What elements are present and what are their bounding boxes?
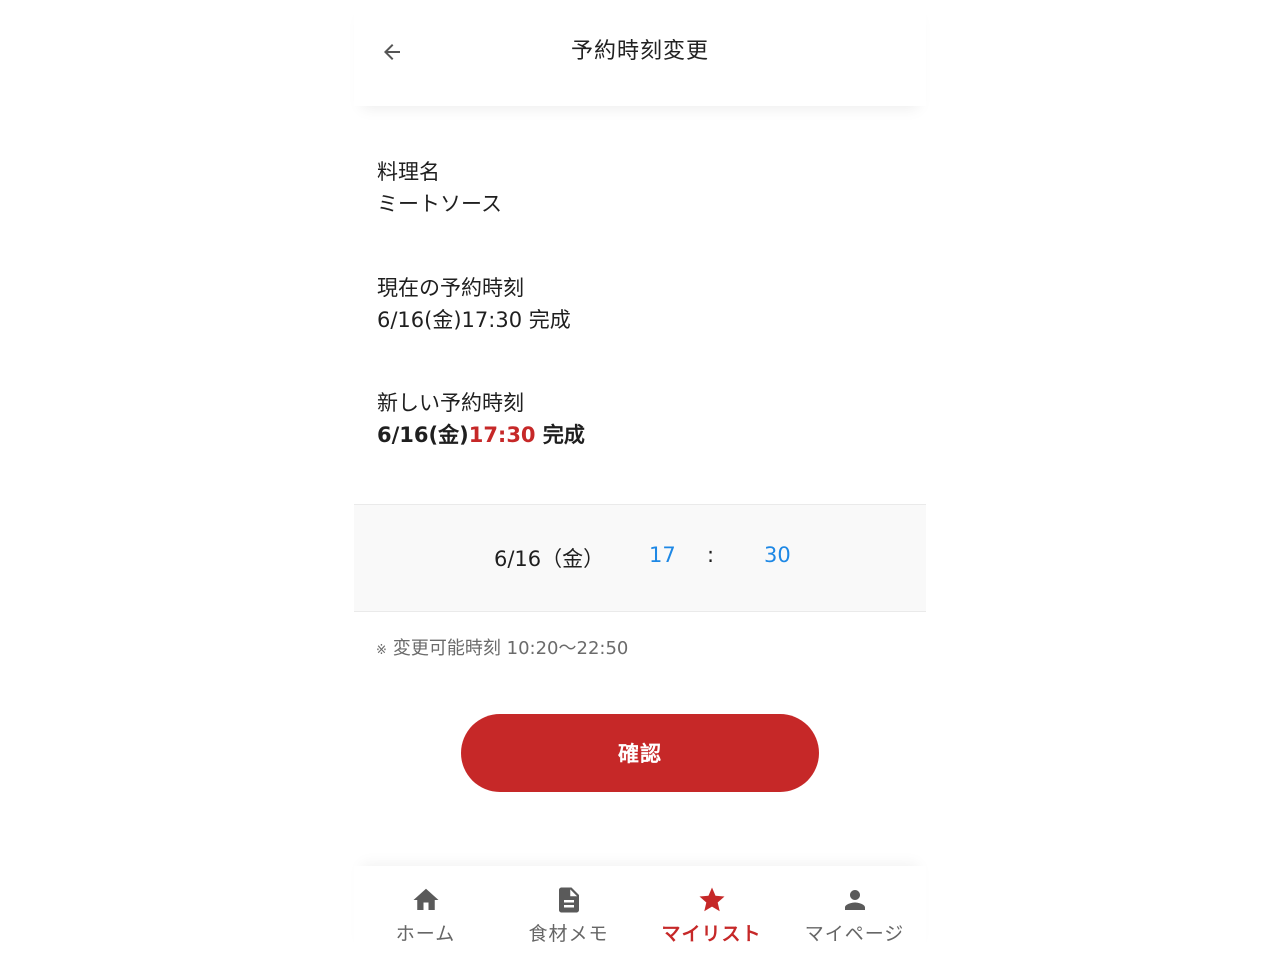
- time-picker: 6/16（金） 17 : 30: [354, 504, 926, 612]
- new-time-time: 17:30: [468, 423, 536, 447]
- app-screen: 予約時刻変更 料理名 ミートソース 現在の予約時刻 6/16(金)17:30 完…: [354, 0, 926, 960]
- nav-label-ingredient-memo: 食材メモ: [528, 923, 609, 945]
- bottom-nav: ホーム 食材メモ マイリスト マイページ: [354, 866, 926, 960]
- document-icon: [558, 887, 579, 913]
- picker-date[interactable]: 6/16（金）: [494, 543, 604, 573]
- current-time-value: 6/16(金)17:30 完成: [377, 308, 571, 332]
- current-time-label: 現在の予約時刻: [377, 276, 524, 300]
- nav-label-home: ホーム: [395, 923, 456, 945]
- dish-label: 料理名: [377, 160, 440, 184]
- current-time-section: 現在の予約時刻 6/16(金)17:30 完成: [377, 272, 571, 336]
- picker-colon: :: [707, 543, 715, 567]
- person-icon: [844, 890, 865, 910]
- nav-item-home[interactable]: ホーム: [354, 884, 497, 946]
- nav-item-mylist[interactable]: マイリスト: [640, 884, 783, 946]
- new-time-date: 6/16(金): [377, 423, 469, 447]
- note-text: 変更可能時刻 10:20〜22:50: [392, 638, 629, 659]
- available-time-note: ※ 変更可能時刻 10:20〜22:50: [376, 634, 628, 660]
- new-time-section: 新しい予約時刻 6/16(金)17:30 完成: [377, 387, 585, 451]
- home-icon: [413, 888, 438, 910]
- new-time-value: 6/16(金)17:30 完成: [377, 419, 585, 451]
- note-mark: ※: [376, 643, 387, 658]
- picker-minute[interactable]: 30: [764, 543, 791, 567]
- dish-section: 料理名 ミートソース: [377, 156, 502, 220]
- header-bar: 予約時刻変更: [354, 0, 926, 106]
- page-title: 予約時刻変更: [570, 39, 709, 64]
- new-time-label: 新しい予約時刻: [377, 391, 524, 415]
- picker-hour[interactable]: 17: [649, 543, 676, 567]
- new-time-suffix: 完成: [535, 423, 585, 447]
- nav-label-mypage: マイページ: [804, 923, 905, 945]
- dish-name: ミートソース: [377, 192, 502, 216]
- nav-item-ingredient-memo[interactable]: 食材メモ: [497, 884, 640, 946]
- confirm-button[interactable]: 確認: [461, 714, 819, 792]
- star-icon: [699, 887, 724, 912]
- nav-label-mylist: マイリスト: [661, 923, 762, 945]
- nav-item-mypage[interactable]: マイページ: [783, 884, 926, 946]
